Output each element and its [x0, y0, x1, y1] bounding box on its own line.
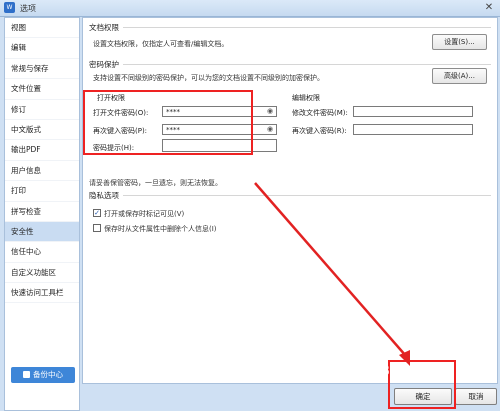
arrow-line [254, 182, 407, 357]
red-arrow [254, 182, 410, 366]
